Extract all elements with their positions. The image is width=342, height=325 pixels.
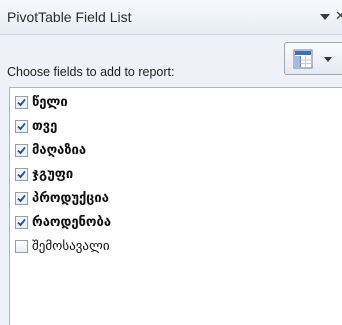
pane-titlebar: PivotTable Field List ✕ (0, 0, 342, 35)
field-layout-icon (293, 49, 313, 69)
field-item[interactable]: წელი (15, 93, 111, 112)
field-item[interactable]: პროდუქცია (15, 189, 111, 208)
checkmark-icon (17, 146, 26, 155)
close-icon[interactable]: ✕ (335, 8, 342, 24)
pane-title: PivotTable Field List (7, 9, 132, 25)
checkbox-unchecked[interactable] (15, 240, 28, 253)
checkmark-icon (17, 218, 26, 227)
field-label: მაღაზია (32, 143, 87, 158)
checkbox-checked[interactable] (15, 216, 28, 229)
checkbox-checked[interactable] (15, 120, 28, 133)
field-item[interactable]: რაოდენობა (15, 213, 111, 232)
field-label: წელი (32, 95, 68, 110)
dropdown-arrow-icon[interactable] (320, 14, 330, 20)
choose-fields-label: Choose fields to add to report: (7, 65, 175, 79)
checkbox-checked[interactable] (15, 168, 28, 181)
field-item[interactable]: შემოსავალი (15, 237, 111, 256)
field-label: რაოდენობა (32, 215, 112, 230)
field-list: წელი თვე მაღაზია ჯგუფი პროდუქცია რაოდენობა შემ… (15, 93, 111, 261)
field-item[interactable]: თვე (15, 117, 111, 136)
checkbox-checked[interactable] (15, 96, 28, 109)
field-label: თვე (32, 119, 58, 134)
pivot-field-list-pane: PivotTable Field List ✕ Choose fields to… (0, 0, 342, 325)
field-layout-button[interactable] (284, 42, 342, 75)
field-label: ჯგუფი (32, 167, 74, 182)
field-item[interactable]: მაღაზია (15, 141, 111, 160)
field-item[interactable]: ჯგუფი (15, 165, 111, 184)
field-list-box: წელი თვე მაღაზია ჯგუფი პროდუქცია რაოდენობა შემ… (9, 87, 342, 325)
checkmark-icon (17, 194, 26, 203)
checkbox-checked[interactable] (15, 192, 28, 205)
checkmark-icon (17, 170, 26, 179)
field-label: პროდუქცია (32, 191, 109, 206)
chevron-down-icon (324, 57, 332, 62)
checkmark-icon (17, 98, 26, 107)
field-label: შემოსავალი (32, 239, 110, 254)
checkmark-icon (17, 122, 26, 131)
checkbox-checked[interactable] (15, 144, 28, 157)
